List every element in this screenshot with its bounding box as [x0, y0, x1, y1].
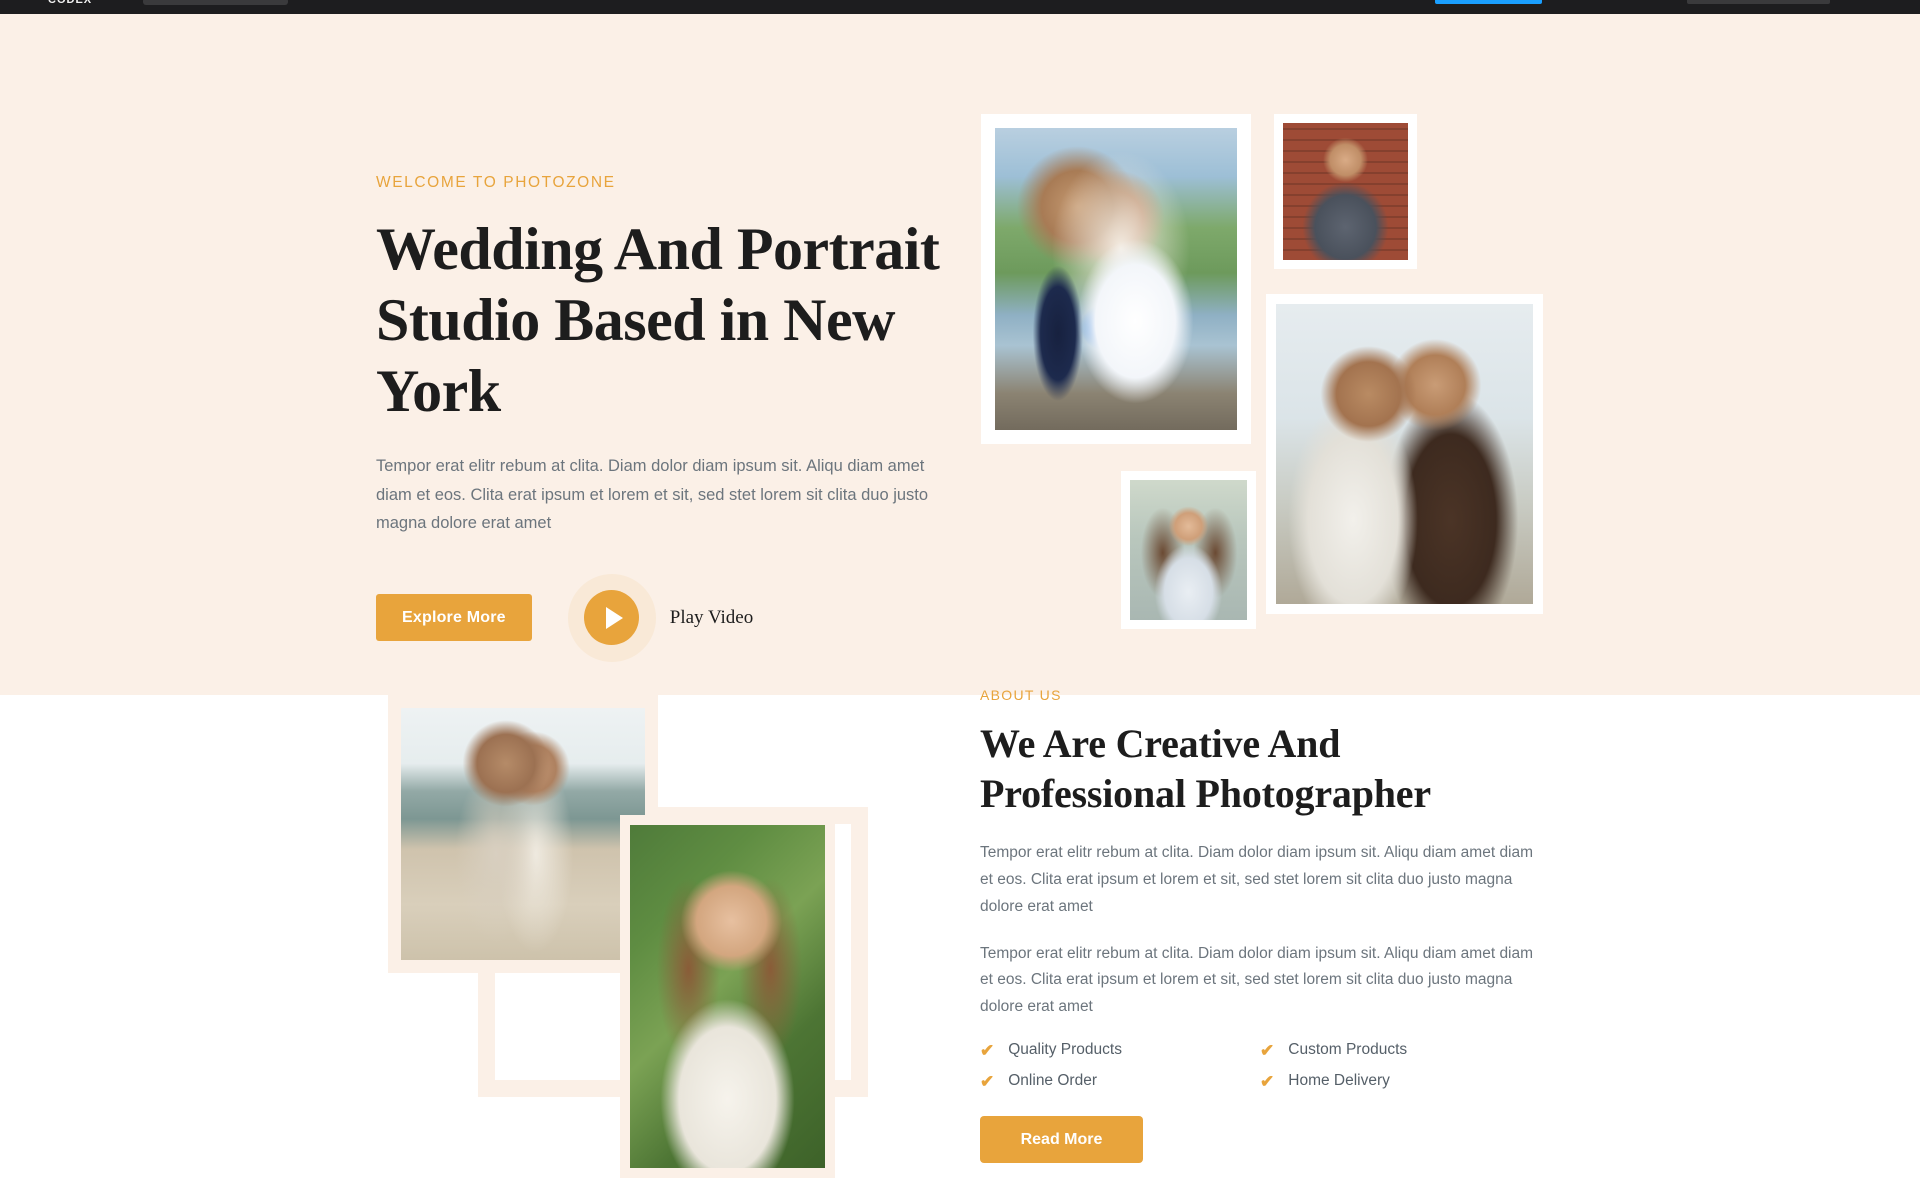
play-triangle-icon [605, 606, 623, 629]
check-icon: ✔ [1260, 1040, 1275, 1060]
feature-label: Online Order [1008, 1072, 1097, 1090]
hero-section: WELCOME TO PHOTOZONE Wedding And Portrai… [0, 14, 1920, 695]
hero-image-woman-portrait-outdoor [1121, 471, 1256, 629]
play-video-control[interactable]: Play Video [567, 573, 754, 662]
hero-eyebrow: WELCOME TO PHOTOZONE [376, 174, 616, 191]
feature-item: ✔ Online Order [980, 1072, 1260, 1090]
read-more-button[interactable]: Read More [980, 1116, 1143, 1164]
about-section: ABOUT US We Are Creative And Professiona… [0, 687, 1920, 1178]
feature-item: ✔ Custom Products [1260, 1041, 1540, 1059]
secondary-action-button[interactable] [1687, 0, 1830, 4]
hero-actions: Explore More Play Video [376, 573, 941, 662]
check-icon: ✔ [980, 1071, 995, 1091]
feature-label: Home Delivery [1288, 1072, 1390, 1090]
hero-copy: WELCOME TO PHOTOZONE Wedding And Portrai… [376, 174, 941, 662]
play-video-label: Play Video [669, 606, 754, 628]
address-bar-input[interactable] [143, 0, 288, 5]
about-image-beach-wedding-couple [388, 695, 658, 973]
hero-image-collage [981, 114, 1551, 629]
app-chrome-bar: CODEX [0, 0, 1920, 14]
hero-paragraph: Tempor erat elitr rebum at clita. Diam d… [376, 457, 929, 533]
about-image-woman-white-blazer [620, 815, 835, 1178]
about-paragraph-2: Tempor erat elitr rebum at clita. Diam d… [980, 944, 1534, 1016]
hero-image-man-portrait-brick-wall [1274, 114, 1417, 269]
about-image-group [388, 695, 948, 1178]
play-icon[interactable] [584, 590, 640, 646]
hero-image-couple-floral-crown [1266, 294, 1543, 614]
hero-image-bride-and-groom-riverside [981, 114, 1251, 444]
app-logo: CODEX [48, 0, 93, 6]
check-icon: ✔ [1260, 1071, 1275, 1091]
about-copy: ABOUT US We Are Creative And Professiona… [980, 687, 1555, 1164]
about-eyebrow: ABOUT US [980, 687, 1062, 703]
primary-action-button[interactable] [1435, 0, 1542, 4]
check-icon: ✔ [980, 1040, 995, 1060]
about-feature-list: ✔ Quality Products ✔ Custom Products ✔ O… [980, 1041, 1555, 1090]
feature-label: Custom Products [1288, 1041, 1408, 1059]
explore-more-button[interactable]: Explore More [376, 594, 532, 642]
about-title: We Are Creative And Professional Photogr… [980, 721, 1431, 816]
play-button-halo [567, 573, 656, 662]
hero-title: Wedding And Portrait Studio Based in New… [376, 216, 940, 424]
about-paragraph-1: Tempor erat elitr rebum at clita. Diam d… [980, 844, 1534, 915]
feature-label: Quality Products [1008, 1041, 1122, 1059]
feature-item: ✔ Quality Products [980, 1041, 1260, 1059]
feature-item: ✔ Home Delivery [1260, 1072, 1540, 1090]
